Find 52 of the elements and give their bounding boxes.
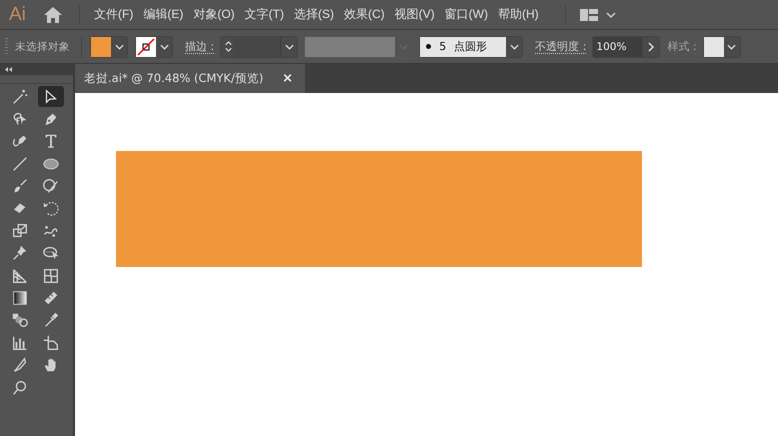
knife-icon bbox=[11, 356, 29, 374]
chevron-down-icon[interactable] bbox=[606, 12, 616, 18]
chevron-down-icon bbox=[727, 44, 736, 50]
menu-item[interactable]: 帮助(H) bbox=[498, 6, 539, 23]
scale-icon bbox=[11, 222, 29, 240]
menu-item[interactable]: 选择(S) bbox=[294, 6, 334, 23]
document-title: 老挝.ai* @ 70.48% (CMYK/预览) bbox=[84, 71, 264, 86]
selection-status: 未选择对象 bbox=[15, 40, 70, 54]
menu-item[interactable]: 文件(F) bbox=[94, 6, 134, 23]
chevron-right-icon bbox=[648, 42, 654, 52]
line-icon bbox=[11, 154, 29, 173]
perspective-grid-icon bbox=[11, 266, 29, 285]
no-stroke-icon bbox=[136, 36, 156, 56]
shaper-icon bbox=[42, 177, 60, 196]
document-tab[interactable]: 老挝.ai* @ 70.48% (CMYK/预览) × bbox=[75, 64, 305, 93]
bar-chart-icon bbox=[11, 334, 29, 352]
artboard-icon bbox=[42, 334, 60, 352]
brush-definition-dropdown[interactable]: 5 点圆形 bbox=[419, 36, 524, 58]
menu-item[interactable]: 视图(V) bbox=[394, 6, 435, 23]
grip-handle[interactable] bbox=[5, 38, 8, 56]
home-icon[interactable] bbox=[43, 6, 63, 24]
stroke-color-control[interactable] bbox=[135, 36, 173, 58]
chevron-down-icon bbox=[284, 44, 294, 50]
zoom-icon bbox=[11, 378, 29, 397]
wand-icon bbox=[11, 88, 29, 106]
gradient-icon bbox=[11, 289, 29, 308]
stroke-label[interactable]: 描边 : bbox=[185, 40, 214, 54]
workspace-layout-icon[interactable] bbox=[580, 8, 598, 20]
menu-item[interactable]: 窗口(W) bbox=[444, 6, 488, 23]
rotate-icon bbox=[42, 199, 60, 218]
menu-item[interactable]: 效果(C) bbox=[344, 6, 385, 23]
graphic-style-control[interactable] bbox=[702, 36, 741, 58]
collapse-icon[interactable] bbox=[5, 67, 13, 72]
menu-item[interactable]: 对象(O) bbox=[193, 6, 235, 23]
tool-button[interactable] bbox=[38, 86, 64, 107]
close-tab-button[interactable]: × bbox=[282, 71, 293, 86]
blend-icon bbox=[11, 311, 29, 330]
spinner-arrows-icon bbox=[224, 39, 233, 54]
fill-color-control[interactable] bbox=[90, 36, 128, 58]
opacity-field[interactable]: 100% bbox=[592, 36, 660, 58]
menu-item[interactable]: 文字(T) bbox=[244, 6, 284, 23]
mesh-icon bbox=[42, 266, 60, 285]
app-logo: Ai bbox=[9, 4, 27, 26]
chevron-down-icon bbox=[160, 44, 168, 50]
eyedropper-icon bbox=[42, 311, 60, 330]
opacity-label[interactable]: 不透明度 : bbox=[535, 40, 586, 54]
chevron-down-icon bbox=[114, 44, 124, 50]
chevron-down-icon bbox=[510, 44, 519, 50]
style-label: 样式 : bbox=[667, 39, 697, 54]
menu-item[interactable]: 编辑(E) bbox=[143, 6, 184, 23]
pin-icon bbox=[11, 244, 29, 262]
stroke-weight-field[interactable] bbox=[220, 36, 298, 58]
